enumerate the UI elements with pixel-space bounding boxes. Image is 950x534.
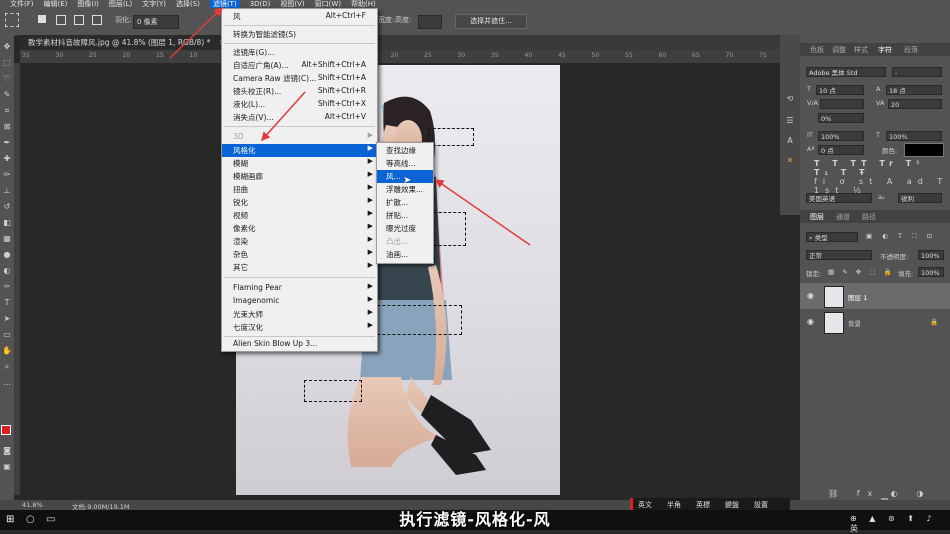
kerning-icon: V/A: [807, 99, 819, 107]
font-size-input[interactable]: 10 点: [816, 85, 864, 95]
lock-label: 锁定:: [806, 270, 822, 278]
layer-kind-value: 类型: [814, 234, 828, 242]
tab-adjustments[interactable]: 调整: [832, 45, 846, 55]
tracking-input[interactable]: 20: [888, 99, 942, 109]
fill-label: 填充:: [898, 270, 914, 278]
tab-character[interactable]: 字符: [878, 45, 892, 55]
leading-icon: A: [876, 85, 881, 93]
opacity-input[interactable]: 100%: [918, 250, 944, 260]
text-style-buttons[interactable]: T T TT Tr T¹ T₁ T Ŧ: [814, 159, 950, 177]
lock-icons[interactable]: ▦ ✎ ✥ ⬚ 🔒: [828, 268, 895, 276]
kerning-input[interactable]: [820, 99, 864, 109]
language-select[interactable]: 美国英语: [806, 193, 872, 203]
layer-name: 图层 1: [848, 294, 868, 302]
baseline-input[interactable]: 0 点: [818, 145, 864, 155]
tab-layers[interactable]: 图层: [810, 212, 824, 222]
font-family-select[interactable]: Adobe 黑体 Std: [806, 67, 886, 77]
tab-channels[interactable]: 通道: [836, 212, 850, 222]
annotation-arrow: [260, 91, 306, 142]
text-color-swatch[interactable]: [904, 143, 944, 157]
horizontal-scale-input[interactable]: 100%: [886, 131, 942, 141]
annotation-arrow: [169, 6, 224, 59]
baseline-icon: Aª: [807, 145, 815, 153]
layer-thumbnail: [824, 286, 844, 308]
ime-halfwidth[interactable]: 半角: [667, 500, 681, 510]
fill-input[interactable]: 100%: [918, 267, 944, 277]
ime-punct[interactable]: 英標: [696, 500, 710, 510]
antialias-select[interactable]: 锐利: [898, 193, 942, 203]
character-panel-tabs: 色板 调整 样式 字符 段落: [800, 43, 950, 56]
tab-paths[interactable]: 路径: [862, 212, 876, 222]
annotation-arrow: [434, 179, 531, 246]
status-bar: 41.8% 文档:9.00M/19.1M: [0, 500, 950, 511]
opacity-label: 不透明度:: [880, 253, 909, 261]
color-label: 颜色:: [882, 147, 898, 155]
ime-settings[interactable]: 設置: [754, 500, 768, 510]
properties-icon[interactable]: ☰: [784, 115, 796, 127]
layer-row[interactable]: ◉ 图层 1: [800, 283, 950, 309]
layer-row[interactable]: ◉ 背景 🔒: [800, 309, 950, 335]
task-view-icon[interactable]: ▭: [46, 514, 55, 525]
panel-icon-strip: ⟲ ☰ A ✕: [780, 35, 800, 215]
vertical-scale-input[interactable]: 100%: [818, 131, 864, 141]
right-panels: 色板 调整 样式 字符 段落 Adobe 黑体 Std - T 10 点 A 1…: [800, 35, 950, 507]
history-icon[interactable]: ⟲: [784, 93, 796, 105]
lock-icon: 🔒: [930, 318, 939, 326]
ime-keyboard[interactable]: 鍵盤: [725, 500, 739, 510]
leading-input[interactable]: 18 点: [886, 85, 942, 95]
system-tray-icons[interactable]: ⊕ ▲ ⊛ ⬆ ♪ 英: [850, 514, 950, 534]
windows-start-icon[interactable]: ⊞: [6, 514, 14, 525]
layer-name: 背景: [848, 320, 861, 328]
tab-paragraph[interactable]: 段落: [904, 45, 918, 55]
layer-kind-filter[interactable]: ⌕ 类型: [806, 232, 858, 242]
vertical-scale-icon: IT: [807, 131, 813, 139]
taskbar-search-icon[interactable]: ○: [26, 514, 35, 525]
tab-styles[interactable]: 样式: [854, 45, 868, 55]
layer-thumbnail: [824, 312, 844, 334]
tracking-icon: VA: [876, 99, 885, 107]
font-size-icon: T: [807, 85, 811, 93]
visibility-eye-icon[interactable]: ◉: [807, 317, 814, 326]
zoom-level: 41.8%: [22, 501, 43, 509]
font-style-select[interactable]: -: [892, 67, 942, 77]
visibility-eye-icon[interactable]: ◉: [807, 291, 814, 300]
tsume-input[interactable]: 0%: [818, 113, 864, 123]
layer-filter-icons[interactable]: ▣ ◐ T ⛶ ⊡: [866, 232, 936, 241]
layers-panel-tabs: 图层 通道 路径: [800, 210, 950, 223]
character-icon[interactable]: A: [784, 135, 796, 147]
tools-crossed-icon[interactable]: ✕: [784, 155, 796, 167]
video-caption: 执行滤镜-风格化-风: [399, 510, 551, 529]
tab-swatches[interactable]: 色板: [810, 45, 824, 55]
antialias-icon: aₐ: [878, 193, 885, 201]
blend-mode-select[interactable]: 正常: [806, 250, 872, 260]
ime-english[interactable]: 英文: [638, 500, 652, 510]
horizontal-scale-icon: T: [876, 131, 880, 139]
